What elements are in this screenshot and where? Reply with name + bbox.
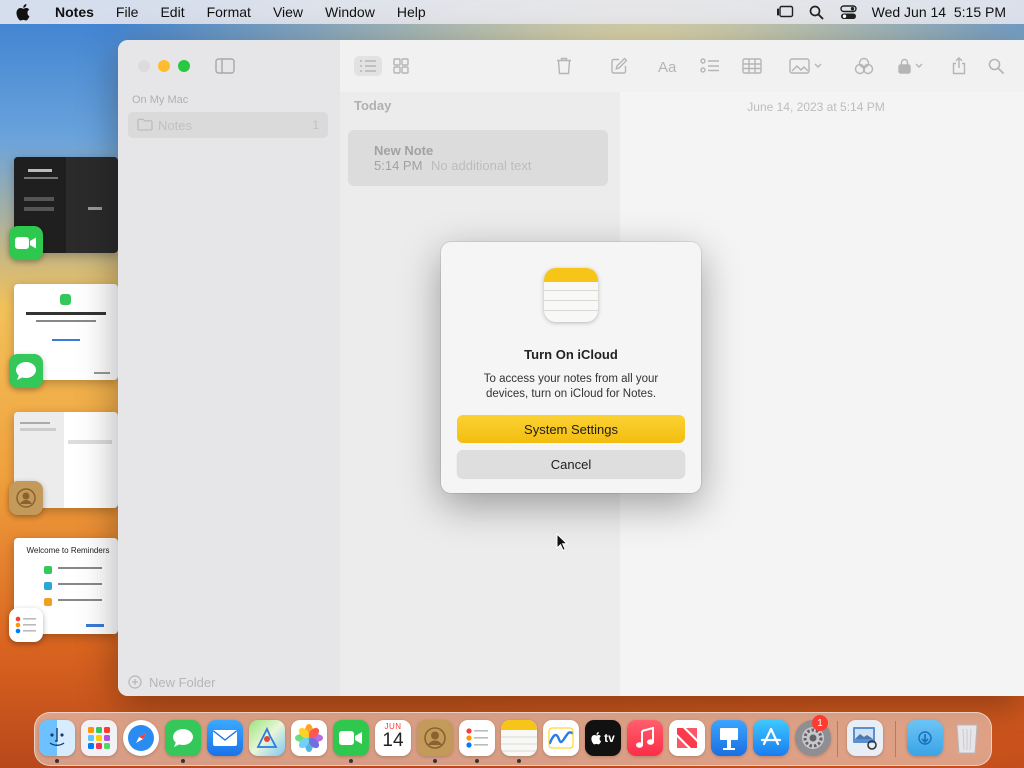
menu-edit[interactable]: Edit <box>149 0 195 24</box>
gallery-view-icon[interactable] <box>390 56 412 76</box>
menu-app-name[interactable]: Notes <box>44 0 105 24</box>
maps-dock-icon[interactable] <box>249 720 285 756</box>
reminders-dock-icon[interactable] <box>459 720 495 756</box>
keynote-dock-icon[interactable] <box>711 720 747 756</box>
messages-running-indicator <box>181 759 185 763</box>
note-title: New Note <box>374 143 434 158</box>
notes-dock-icon[interactable] <box>501 720 537 756</box>
menu-format[interactable]: Format <box>196 0 262 24</box>
menu-file[interactable]: File <box>105 0 150 24</box>
menu-help[interactable]: Help <box>386 0 437 24</box>
messages-dock-icon[interactable] <box>165 720 201 756</box>
reminders-running-indicator <box>475 759 479 763</box>
media-icon[interactable] <box>788 56 824 76</box>
contacts-dock-icon[interactable] <box>417 720 453 756</box>
lock-note-icon[interactable] <box>896 56 926 76</box>
launchpad-dock-icon[interactable] <box>81 720 117 756</box>
facetime-dock-icon[interactable] <box>333 720 369 756</box>
sidebar-item-count: 1 <box>312 118 319 132</box>
table-icon[interactable] <box>741 56 763 76</box>
dialog-message: To access your notes from all your devic… <box>483 373 659 400</box>
icloud-dialog: Turn On iCloud To access your notes from… <box>441 242 701 493</box>
apple-tv-dock-icon[interactable]: tv <box>585 720 621 756</box>
plus-circle-icon <box>128 675 142 689</box>
folder-icon <box>137 118 153 136</box>
menubar-clock[interactable]: Wed Jun 14 5:15 PM <box>872 4 1006 20</box>
note-time: 5:14 PM <box>374 158 423 173</box>
sidebar <box>118 40 340 696</box>
trash-dock-icon[interactable] <box>949 720 985 756</box>
safari-dock-icon[interactable] <box>123 720 159 756</box>
apple-tv-label: tv <box>604 731 615 745</box>
reminders-welcome-heading: Welcome to Reminders <box>26 546 110 555</box>
facetime-app-icon[interactable] <box>9 226 43 260</box>
search-icon[interactable] <box>985 56 1007 76</box>
news-dock-icon[interactable] <box>669 720 705 756</box>
freeform-dock-icon[interactable] <box>543 720 579 756</box>
menu-bar: Notes File Edit Format View Window Help … <box>0 0 1024 24</box>
note-group-header: Today <box>354 98 392 113</box>
sidebar-toggle-icon[interactable] <box>214 56 236 76</box>
window-toolbar: Aa <box>118 40 1024 92</box>
share-icon[interactable] <box>948 56 970 76</box>
note-date: June 14, 2023 at 5:14 PM <box>747 100 885 114</box>
reminders-app-icon[interactable] <box>9 608 43 642</box>
list-view-icon[interactable] <box>354 56 382 76</box>
dock-separator <box>837 721 838 757</box>
facetime-running-indicator <box>349 759 353 763</box>
notes-running-indicator <box>517 759 521 763</box>
svg-text:Aa: Aa <box>658 59 677 74</box>
app-store-dock-icon[interactable] <box>753 720 789 756</box>
finder-running-indicator <box>55 759 59 763</box>
spotlight-search-icon[interactable] <box>808 4 826 20</box>
preview-dock-icon[interactable] <box>847 720 883 756</box>
new-folder-button[interactable]: New Folder <box>128 672 215 692</box>
apple-menu-icon[interactable] <box>14 2 34 22</box>
dialog-title: Turn On iCloud <box>524 347 618 362</box>
settings-notification-badge: 1 <box>812 715 828 731</box>
checklist-icon[interactable] <box>699 56 721 76</box>
contacts-app-icon[interactable] <box>9 481 43 515</box>
photos-dock-icon[interactable] <box>291 720 327 756</box>
control-center-icon[interactable] <box>840 4 858 20</box>
system-settings-button[interactable]: System Settings <box>457 415 685 443</box>
music-dock-icon[interactable] <box>627 720 663 756</box>
dock-separator-2 <box>895 721 896 757</box>
collaborate-icon[interactable] <box>853 56 875 76</box>
delete-note-icon[interactable] <box>553 56 575 76</box>
notes-app-icon <box>544 268 598 322</box>
text-format-icon[interactable]: Aa <box>656 56 682 76</box>
minimize-button[interactable] <box>158 60 170 72</box>
contacts-running-indicator <box>433 759 437 763</box>
compose-note-icon[interactable] <box>608 56 630 76</box>
calendar-dock-icon[interactable]: JUN 14 <box>375 720 411 756</box>
note-preview: No additional text <box>431 158 532 173</box>
sidebar-section-header: On My Mac <box>132 94 189 106</box>
calendar-day: 14 <box>382 730 404 751</box>
close-button[interactable] <box>138 60 150 72</box>
sidebar-item-notes[interactable]: Notes 1 <box>128 112 328 138</box>
new-folder-label: New Folder <box>149 674 216 690</box>
menu-view[interactable]: View <box>262 0 314 24</box>
cancel-button[interactable]: Cancel <box>457 450 685 478</box>
downloads-folder-dock-icon[interactable] <box>907 720 943 756</box>
messages-app-icon[interactable] <box>9 354 43 388</box>
finder-dock-icon[interactable] <box>39 720 75 756</box>
stage-manager-icon[interactable] <box>776 4 794 20</box>
mouse-pointer-icon <box>556 532 569 556</box>
menu-window[interactable]: Window <box>314 0 386 24</box>
zoom-button[interactable] <box>178 60 190 72</box>
mail-dock-icon[interactable] <box>207 720 243 756</box>
sidebar-item-label: Notes <box>158 118 192 133</box>
note-list-item[interactable]: New Note 5:14 PM No additional text <box>348 130 608 186</box>
dock: JUN 14 tv 1 <box>34 712 992 766</box>
